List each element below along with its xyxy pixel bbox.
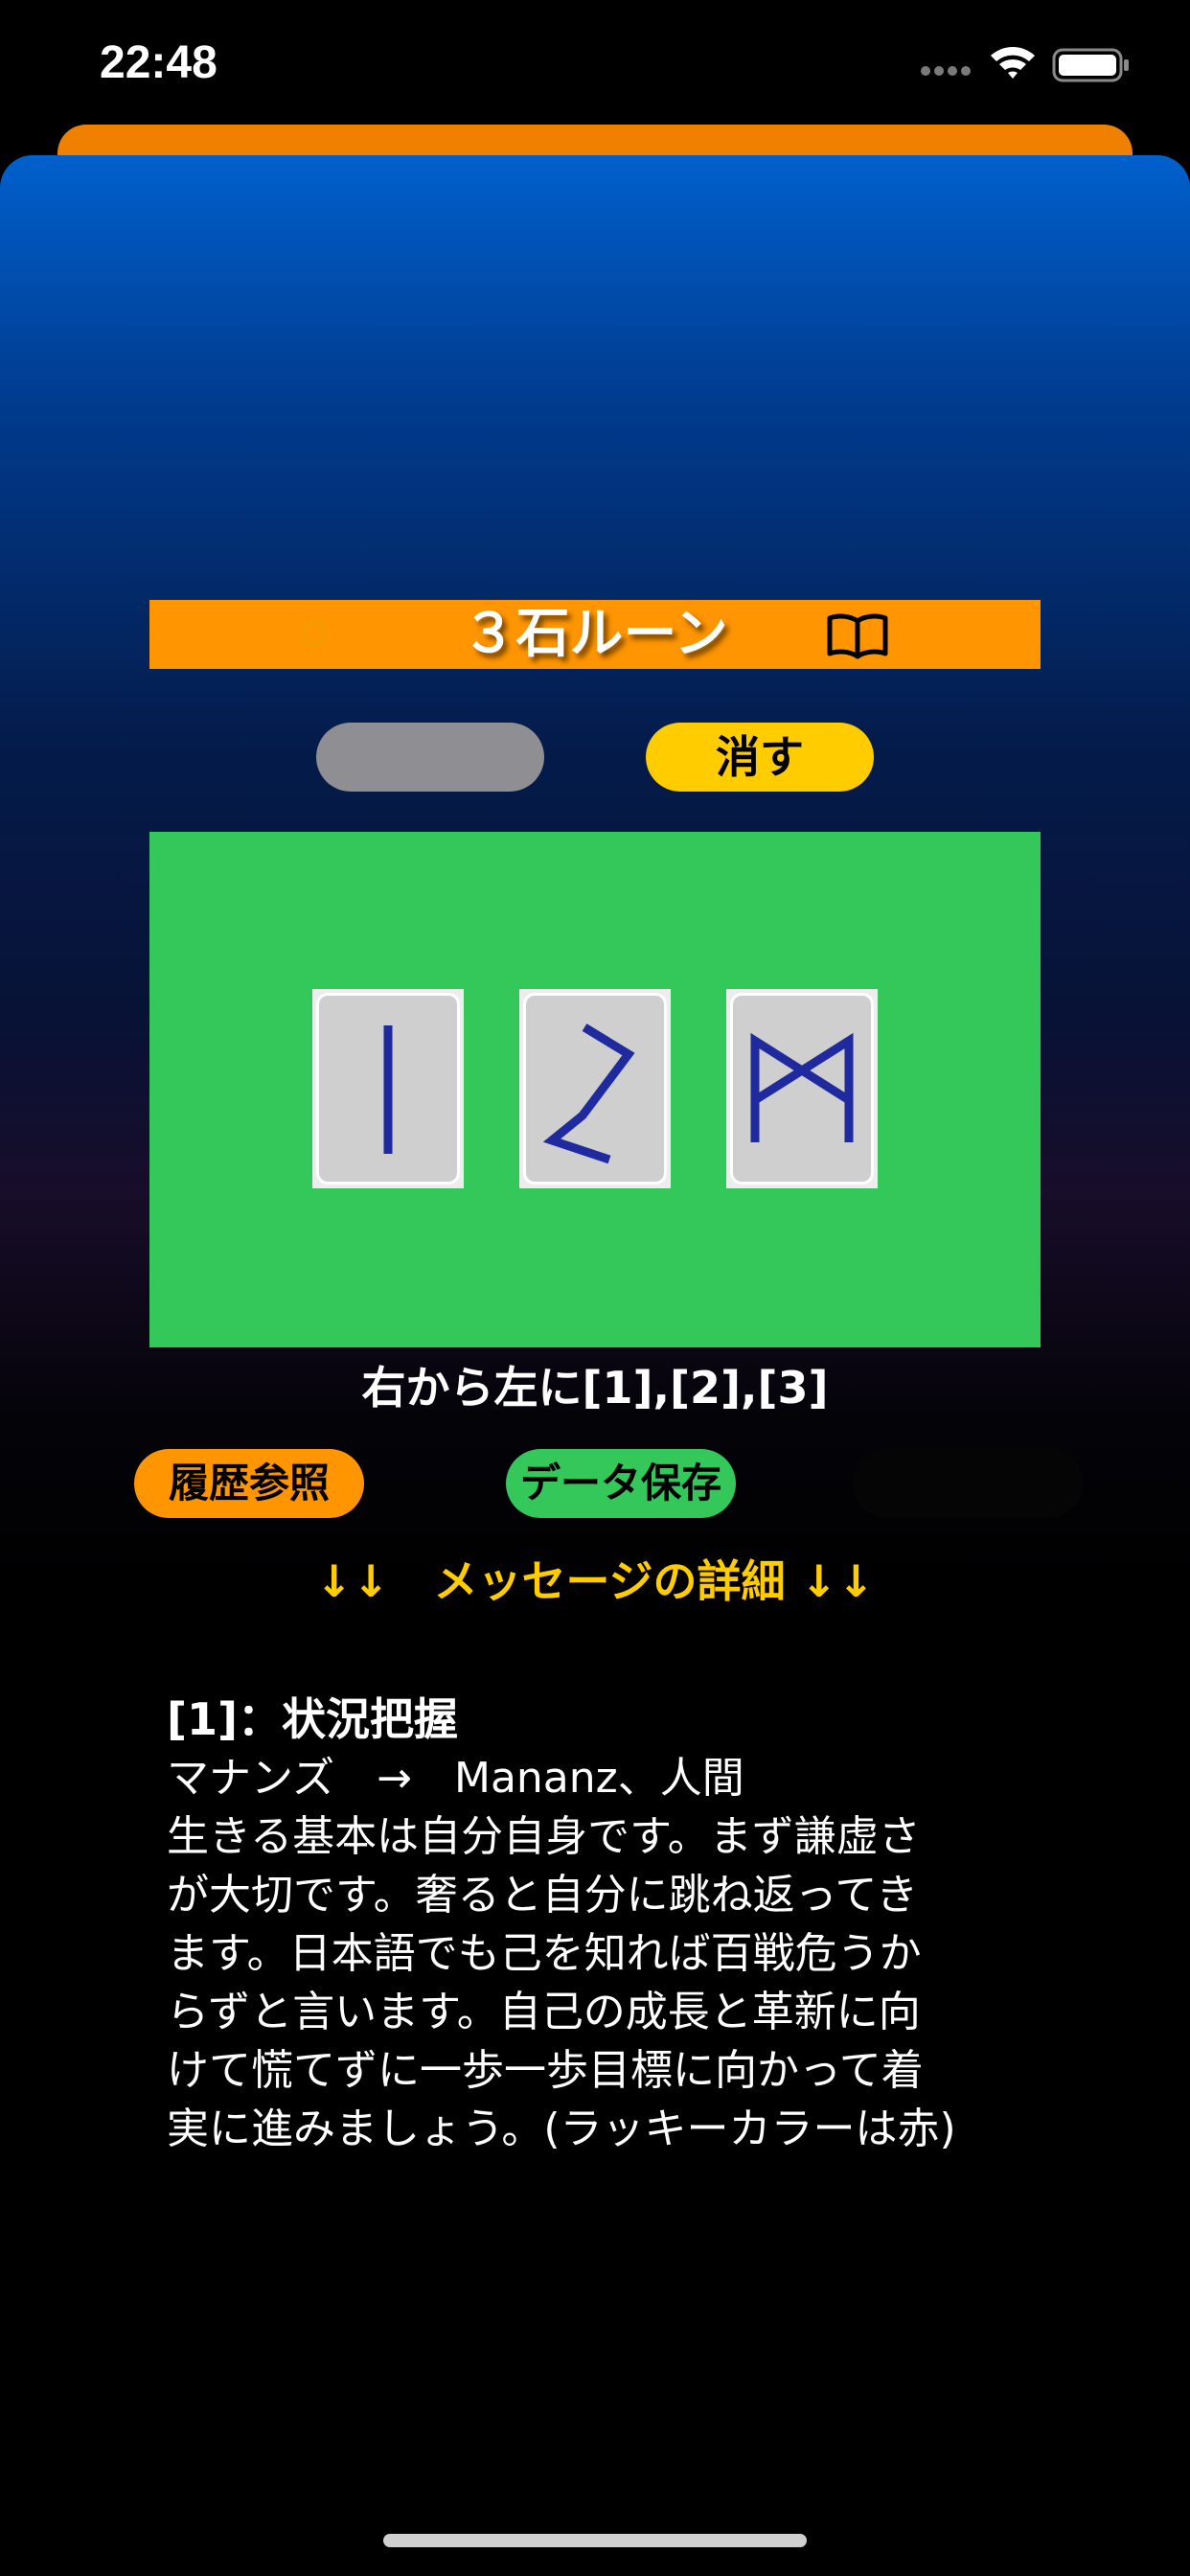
hidden-button[interactable] (853, 1449, 1083, 1518)
blank-button[interactable] (316, 723, 544, 792)
rune-tile-2[interactable] (519, 989, 671, 1188)
message-details-header: ↓↓ メッセージの詳細 ↓↓ (315, 1555, 875, 1607)
status-time: 22:48 (100, 37, 217, 88)
message-line: らずと言います。自己の成長と革新に向 (167, 1988, 921, 2036)
rune-tile-3[interactable] (726, 989, 878, 1188)
message-line: けて慌てずに一歩一歩目標に向かって着 (167, 2046, 924, 2095)
message-line: 生きる基本は自分自身です。まず謙虚さ (167, 1812, 921, 1861)
title-bar: ３石ルーン (149, 600, 1041, 669)
message-subtitle: マナンズ → Mananz、人間 (167, 1754, 744, 1803)
erase-button[interactable]: 消す (646, 723, 874, 792)
status-bar: 22:48 (0, 0, 1190, 134)
message-line: 実に進みましょう。(ラッキーカラーは赤) (167, 2104, 956, 2153)
message-line: が大切です。奢ると自分に跳ね返ってき (167, 1871, 919, 1920)
message-line: ます。日本語でも己を知れば百戦危うか (167, 1929, 922, 1978)
cellular-signal-icon (921, 66, 971, 76)
wifi-icon (991, 47, 1035, 79)
rune-board (149, 832, 1041, 1347)
history-button[interactable]: 履歴参照 (134, 1449, 364, 1518)
page-title: ３石ルーン (462, 603, 728, 665)
book-icon[interactable] (826, 611, 889, 659)
battery-icon (1052, 48, 1129, 82)
message-title: [1]：状況把握 (167, 1693, 459, 1745)
reading-order-label: 右から左に[1],[2],[3] (361, 1362, 829, 1414)
message-detail: [1]：状況把握 マナンズ → Mananz、人間 生きる基本は自分自身です。ま… (167, 1690, 1029, 2158)
rune-tile-1[interactable] (312, 989, 464, 1188)
perthro-rune-icon (542, 1024, 635, 1164)
mannaz-rune-icon (750, 1032, 854, 1142)
save-data-button[interactable]: データ保存 (506, 1449, 736, 1518)
isa-rune-icon (383, 1025, 393, 1154)
status-icons (921, 47, 1129, 82)
home-indicator[interactable] (383, 2534, 807, 2547)
